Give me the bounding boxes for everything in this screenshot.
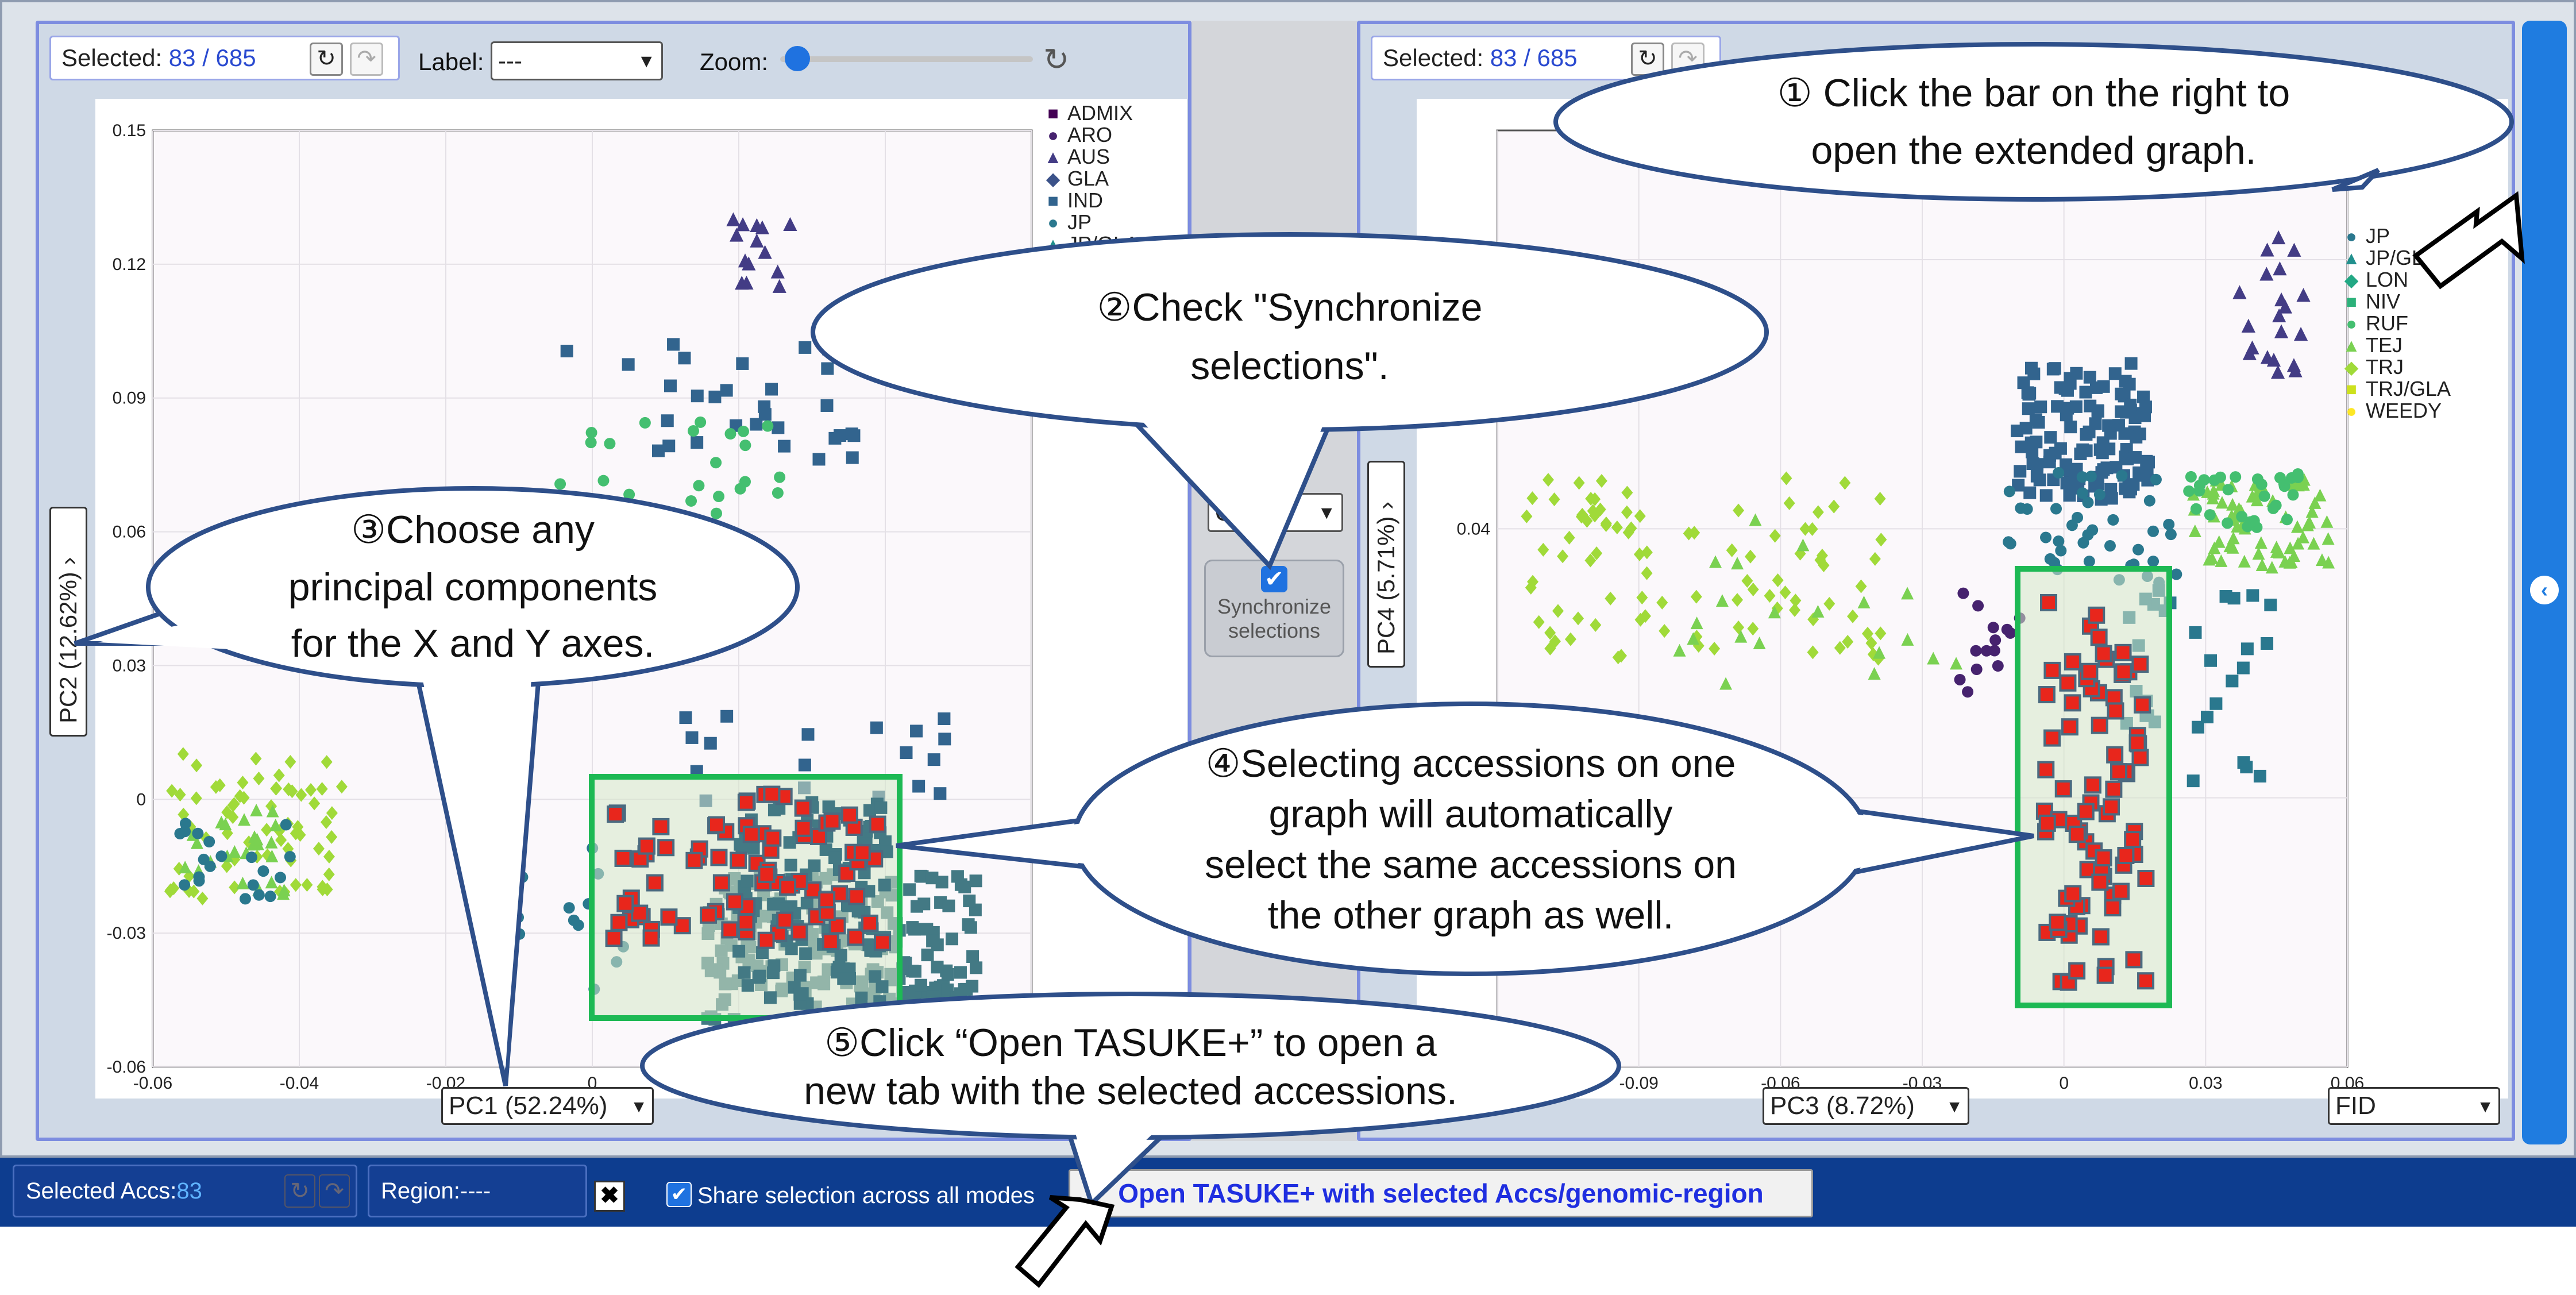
callout-3-line-1: ③Choose any — [351, 508, 595, 552]
callout-3-line-2: principal components — [288, 565, 658, 609]
callout-5-line-2: new tab with the selected accessions. — [804, 1069, 1457, 1113]
callout-4-line-3: select the same accessions on — [1205, 843, 1737, 887]
callout-1-line-1: ① Click the bar on the right to — [1777, 71, 2290, 115]
annotation-overlay: ① Click the bar on the right to open the… — [74, 42, 2525, 1288]
arrow-icon — [1015, 1195, 1115, 1288]
callout-4-line-4: the other graph as well. — [1268, 893, 1674, 937]
callout-4-line-2: graph will automatically — [1269, 792, 1673, 836]
callout-4-line-1: ④Selecting accessions on one — [1206, 742, 1736, 785]
arrow-icon — [2412, 191, 2525, 290]
callout-1-line-2: open the extended graph. — [1811, 129, 2256, 172]
callout-2-line-2: selections". — [1190, 344, 1389, 388]
callout-5-bubble — [640, 992, 1621, 1140]
callout-5-line-1: ⑤Click “Open TASUKE+” to open a — [824, 1021, 1437, 1065]
callout-2-bubble — [811, 232, 1769, 432]
callout-3-line-3: for the X and Y axes. — [291, 622, 655, 665]
callout-2-line-1: ②Check "Synchronize — [1097, 286, 1483, 329]
